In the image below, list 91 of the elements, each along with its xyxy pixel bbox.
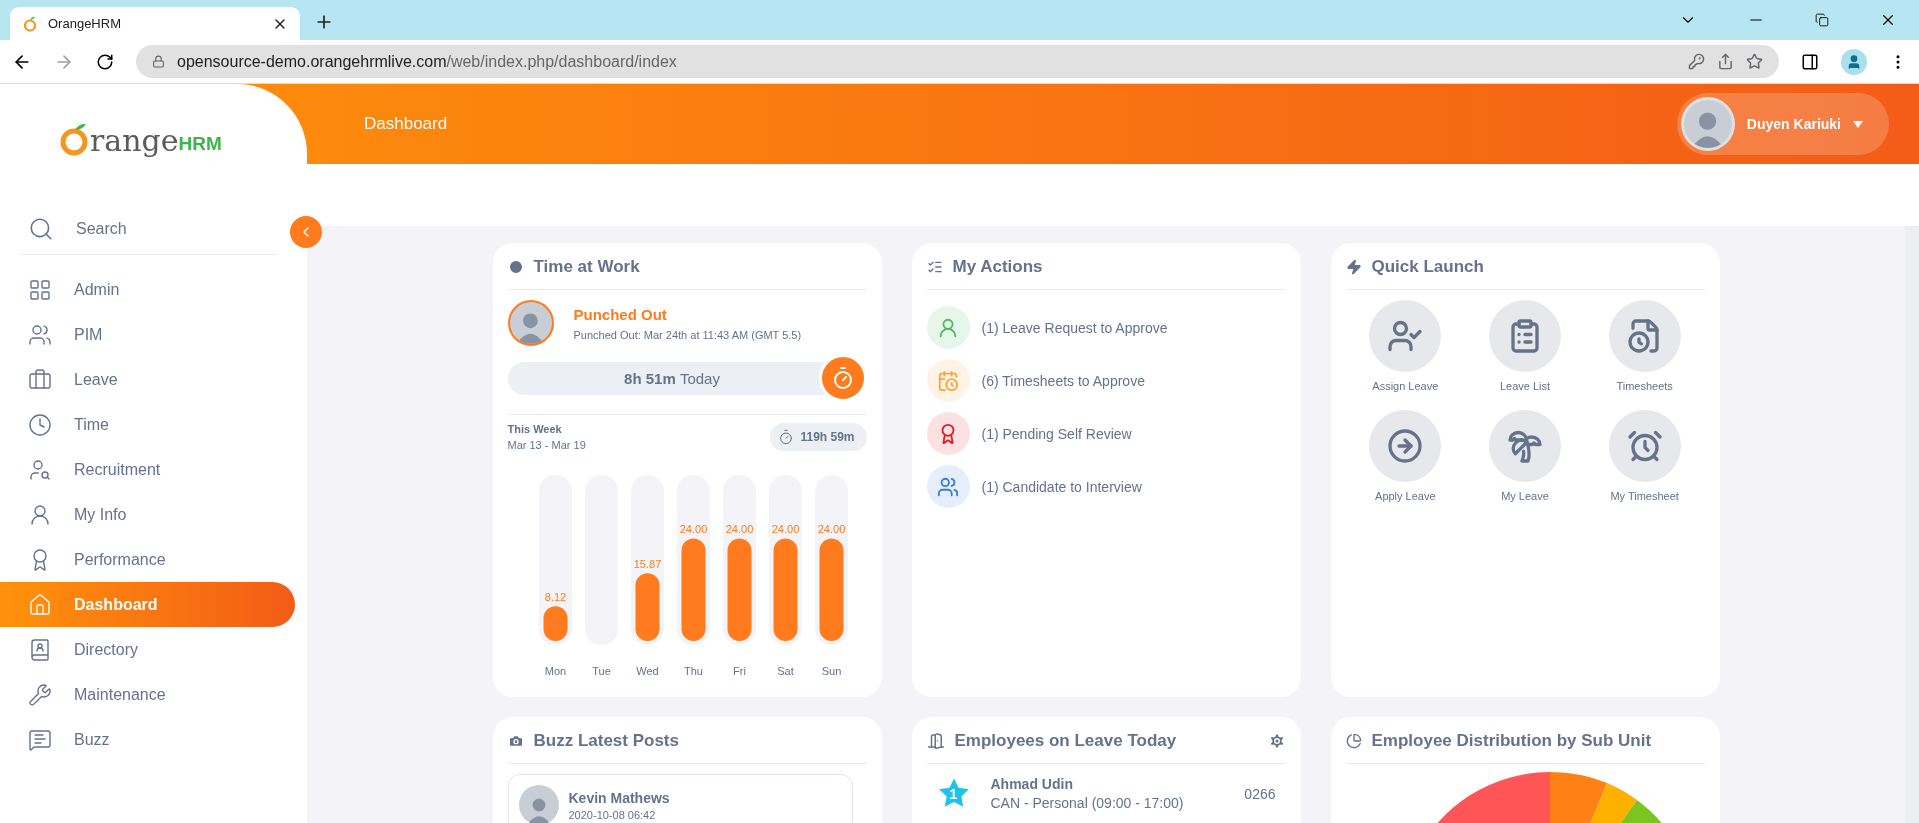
tab-title: OrangeHRM [48,16,122,31]
card-title: Employees on Leave Today [954,731,1178,751]
card-title: Time at Work [533,257,641,277]
user-menu[interactable]: Duyen Kariuki [1676,93,1889,155]
key-icon[interactable] [1688,53,1705,70]
week-label: This Week [507,423,563,435]
sidebar-item[interactable]: PIM [0,312,295,357]
quick-launch-item[interactable]: Assign Leave [1345,300,1466,392]
fruit-icon [60,122,90,156]
day-label: Sun [821,665,842,677]
day-label: Thu [684,665,703,677]
bar-value: 24.00 [679,523,708,536]
browser-tab[interactable]: OrangeHRM [10,7,300,40]
logo-suffix: HRM [178,133,222,155]
admin-icon [28,277,52,302]
day-label: Tue [592,665,611,677]
card-title: Employee Distribution by Sub Unit [1371,731,1653,751]
door-icon [926,732,945,750]
checklist-icon [926,259,943,275]
post-author: Kevin Mathews [568,789,670,806]
card-title: Buzz Latest Posts [533,731,680,751]
action-item[interactable]: (1) Leave Request to Approve [926,306,1286,349]
chat-icon [28,727,52,752]
avatar [1680,97,1735,151]
leave-detail: CAN - Personal (09:00 - 17:00) [990,795,1184,811]
employee-name: Ahmad Udin [990,776,1074,792]
person-search-icon [28,457,52,482]
briefcase-icon [28,367,52,392]
person-icon [28,502,52,527]
bar-value: 24.00 [771,523,800,536]
share-icon[interactable] [1717,53,1734,70]
post-time: 2020-10-08 06:42 [568,808,657,821]
sidebar-item[interactable]: Time [0,402,295,447]
day-label: Fri [733,665,746,677]
week-range: Mar 13 - Mar 19 [507,439,586,451]
employee-number: 0266 [1244,785,1276,802]
quick-launch-item[interactable]: Timesheets [1584,300,1705,392]
reload-icon[interactable] [96,52,114,71]
pie-chart-icon [1345,733,1362,749]
action-item[interactable]: (1) Pending Self Review [926,412,1286,455]
sidebar-item[interactable]: Leave [0,357,295,402]
quick-launch-item[interactable]: My Leave [1465,410,1585,502]
bookmark-star-icon[interactable] [1746,53,1763,70]
bar-value: 24.00 [817,523,846,536]
sidebar-item[interactable]: Buzz [0,717,295,762]
restore-icon[interactable] [1815,13,1829,27]
quick-launch-item[interactable]: My Timesheet [1584,410,1705,502]
palm-tree-icon [1507,428,1543,464]
person-check-icon [1387,318,1424,354]
sidebar-item[interactable]: Performance [0,537,295,582]
fruit-icon [22,15,38,32]
sidebar-item[interactable]: Dashboard [0,582,295,627]
punch-detail: Punched Out: Mar 24th at 11:43 AM (GMT 5.5) [573,328,802,341]
day-label: Sat [777,665,794,677]
address-bar[interactable]: opensource-demo.orangehrmlive.com/web/index.php/dashboard/index [136,45,1779,78]
search-icon [28,216,54,242]
lightning-icon [1345,259,1362,275]
action-item[interactable]: (6) Timesheets to Approve [926,359,1286,402]
avatar [507,300,554,346]
punch-status: Punched Out [573,305,668,323]
bar-value: 15.87 [633,558,662,571]
week-total: 119h 59m [800,430,855,444]
day-label: Wed [636,665,659,677]
page-title: Dashboard [364,114,449,134]
contact-book-icon [28,637,52,662]
caret-icon [1853,120,1863,128]
sidebar-item[interactable]: My Info [0,492,295,537]
logo-text: range [90,126,179,156]
sidebar-item[interactable]: Directory [0,627,295,672]
day-label: Mon [544,665,567,677]
bar-value: 8.12 [544,591,567,604]
card-title: Quick Launch [1371,257,1485,277]
camera-icon [507,733,524,749]
people-icon [28,322,52,347]
sidebar-item[interactable]: Maintenance [0,672,295,717]
side-panel-icon[interactable] [1801,52,1819,71]
quick-launch-item[interactable]: Apply Leave [1345,410,1466,502]
home-icon [28,592,52,617]
collapse-button[interactable] [290,216,322,248]
card-title: My Actions [952,257,1044,277]
bar-value: 24.00 [725,523,754,536]
lock-icon [152,55,165,68]
action-item[interactable]: (1) Candidate to Interview [926,465,1286,508]
profile-icon[interactable] [1841,48,1867,75]
sidebar-item[interactable]: Recruitment [0,447,295,492]
wrench-icon [28,682,52,707]
avatar [518,785,559,823]
quick-launch-item[interactable]: Leave List [1465,300,1585,392]
sidebar-item[interactable]: Admin [0,267,295,312]
url-text: opensource-demo.orangehrmlive.com/web/index.php/dashboard/index [177,52,678,71]
stopwatch-icon [778,429,795,445]
